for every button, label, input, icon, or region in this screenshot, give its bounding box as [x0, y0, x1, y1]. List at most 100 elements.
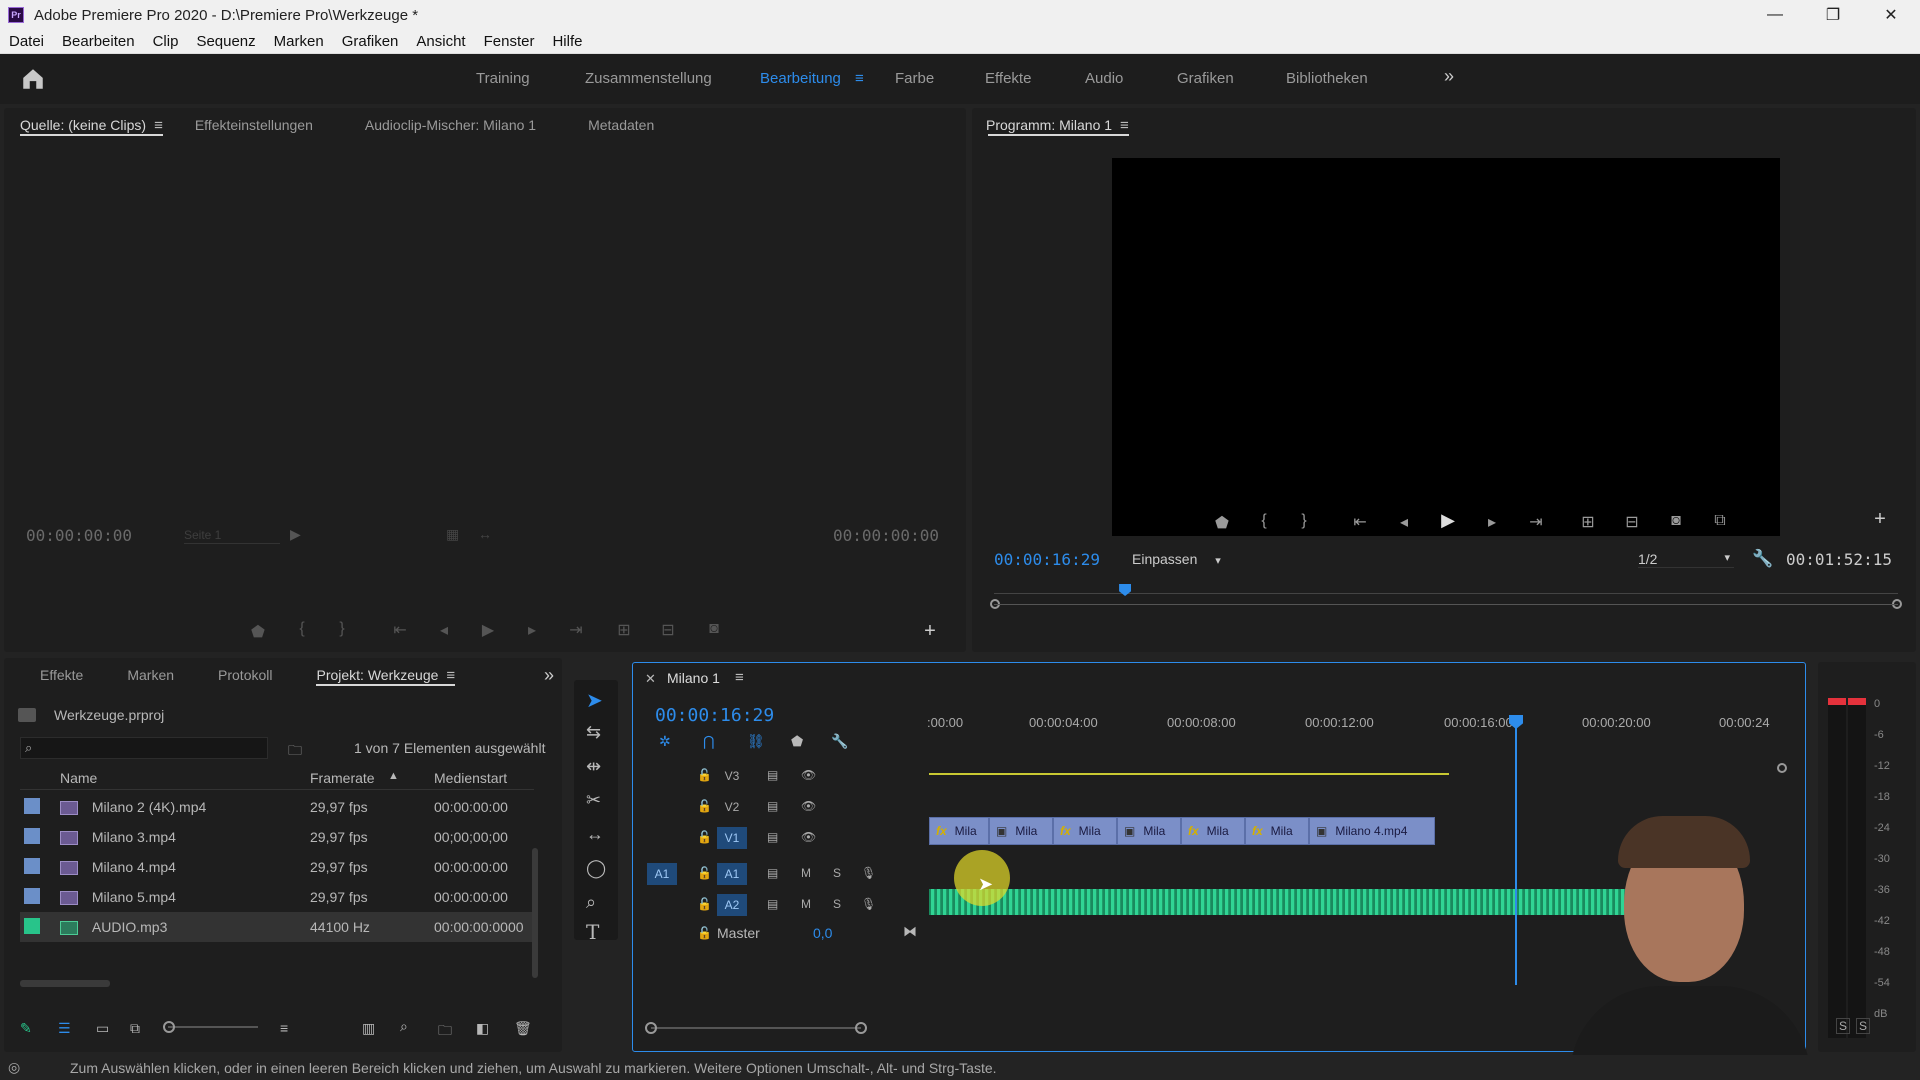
- track-select-tool-icon[interactable]: ⇆: [586, 722, 601, 743]
- project-vertical-scrollbar[interactable]: [532, 848, 538, 978]
- workspace-bibliotheken[interactable]: Bibliotheken: [1286, 70, 1368, 87]
- table-row[interactable]: Milano 3.mp4 29,97 fps 00;00;00;00: [20, 822, 534, 852]
- master-volume-value[interactable]: 0,0: [813, 925, 832, 941]
- program-wrench-icon[interactable]: 🔧: [1752, 549, 1773, 569]
- project-tabs-overflow-icon[interactable]: »: [544, 665, 554, 686]
- solo-button[interactable]: S: [833, 866, 841, 880]
- program-export-frame-icon[interactable]: ◙: [1664, 512, 1688, 530]
- timeline-playhead[interactable]: [1509, 715, 1523, 985]
- program-fit-select[interactable]: Einpassen ▾: [1132, 551, 1252, 567]
- track-lock-icon[interactable]: 🔓: [697, 897, 712, 911]
- workspace-zusammenstellung[interactable]: Zusammenstellung: [585, 70, 712, 87]
- source-patch-a1[interactable]: A1: [647, 863, 677, 885]
- track-lock-icon[interactable]: 🔓: [697, 866, 712, 880]
- timeline-clip[interactable]: ▣ Mila: [989, 817, 1053, 845]
- track-lock-icon[interactable]: 🔓: [697, 830, 712, 844]
- program-time-ruler[interactable]: [990, 584, 1902, 609]
- program-timecode[interactable]: 00:00:16:29: [994, 550, 1100, 569]
- menu-bearbeiten[interactable]: Bearbeiten: [53, 33, 144, 50]
- mute-button[interactable]: M: [801, 897, 811, 911]
- source-page-select[interactable]: Seite 1: [184, 528, 280, 544]
- add-marker-icon[interactable]: ⬟: [791, 733, 803, 750]
- source-mark-in-icon[interactable]: {: [290, 620, 314, 638]
- timeline-settings-wrench-icon[interactable]: 🔧: [831, 733, 848, 750]
- tab-program[interactable]: Programm: Milano 1 ≡: [972, 108, 1145, 142]
- menu-datei[interactable]: Datei: [0, 33, 53, 50]
- type-tool-icon[interactable]: T: [586, 920, 599, 944]
- track-label-a1[interactable]: A1: [717, 863, 747, 885]
- tab-history[interactable]: Protokoll: [202, 658, 288, 692]
- program-mark-out-icon[interactable]: }: [1292, 512, 1316, 530]
- new-bin-icon[interactable]: 🗀: [438, 1020, 452, 1044]
- timeline-vertical-zoom-handle[interactable]: [1777, 763, 1787, 773]
- program-go-out-icon[interactable]: ⇥: [1524, 512, 1548, 532]
- sync-lock-icon[interactable]: ▤: [767, 799, 778, 813]
- label-color-swatch[interactable]: [24, 857, 40, 874]
- track-output-eye-icon[interactable]: 👁: [801, 768, 816, 782]
- ripple-edit-tool-icon[interactable]: ⇹: [586, 756, 601, 777]
- table-row[interactable]: AUDIO.mp3 44100 Hz 00:00:00:0000: [20, 912, 534, 942]
- tab-effect-controls[interactable]: Effekteinstellungen: [179, 108, 329, 142]
- source-mark-out-icon[interactable]: }: [330, 620, 354, 638]
- program-resolution-select[interactable]: 1/2 ▾: [1638, 551, 1734, 568]
- list-view-icon[interactable]: ☰: [58, 1020, 71, 1037]
- source-marker-icon[interactable]: ⬟: [246, 622, 270, 642]
- track-lock-icon[interactable]: 🔓: [697, 799, 712, 813]
- program-step-back-icon[interactable]: ◂: [1392, 512, 1416, 532]
- minimize-button[interactable]: —: [1746, 0, 1804, 30]
- scrollbar-right-handle[interactable]: [855, 1022, 867, 1034]
- workspace-audio[interactable]: Audio: [1085, 70, 1123, 87]
- menu-sequenz[interactable]: Sequenz: [187, 33, 264, 50]
- table-row[interactable]: Milano 5.mp4 29,97 fps 00:00:00:00: [20, 882, 534, 912]
- workspace-bearbeitung[interactable]: Bearbeitung: [760, 70, 841, 87]
- master-end-icon[interactable]: ⧓: [903, 923, 917, 940]
- timeline-ruler[interactable]: :00:00 00:00:04:00 00:00:08:00 00:00:12:00 0…: [927, 707, 1789, 775]
- home-icon[interactable]: [20, 66, 46, 92]
- column-media-start[interactable]: Medienstart: [434, 770, 507, 786]
- freeform-view-icon[interactable]: ⧉: [130, 1020, 140, 1037]
- tab-effects[interactable]: Effekte: [4, 658, 99, 692]
- new-item-icon[interactable]: ◧: [476, 1020, 489, 1037]
- solo-button[interactable]: S: [833, 897, 841, 911]
- track-lock-icon[interactable]: 🔓: [697, 926, 712, 940]
- table-row[interactable]: Milano 2 (4K).mp4 29,97 fps 00:00:00:00: [20, 792, 534, 822]
- source-settings-icon[interactable]: ▦: [446, 526, 459, 543]
- label-color-swatch[interactable]: [24, 917, 40, 934]
- tab-audio-clip-mixer[interactable]: Audioclip-Mischer: Milano 1: [349, 108, 552, 142]
- track-label-v1[interactable]: V1: [717, 827, 747, 849]
- sync-lock-icon[interactable]: ▤: [767, 897, 778, 911]
- zoom-slider[interactable]: [163, 1021, 258, 1033]
- tab-metadata[interactable]: Metadaten: [572, 108, 670, 142]
- source-go-out-icon[interactable]: ⇥: [564, 620, 588, 640]
- timeline-menu-icon[interactable]: ≡: [735, 669, 744, 686]
- column-framerate[interactable]: Framerate: [310, 770, 375, 786]
- workspace-effekte[interactable]: Effekte: [985, 70, 1031, 87]
- menu-clip[interactable]: Clip: [144, 33, 188, 50]
- source-go-in-icon[interactable]: ⇤: [388, 620, 412, 640]
- program-lift-icon[interactable]: ⊞: [1576, 512, 1600, 532]
- sort-icons-icon[interactable]: ≡: [280, 1020, 288, 1036]
- source-insert-clip-icon[interactable]: ⊞: [612, 620, 636, 640]
- program-monitor-video[interactable]: [1112, 158, 1780, 536]
- sync-lock-icon[interactable]: ▤: [767, 768, 778, 782]
- sync-lock-icon[interactable]: ▤: [767, 866, 778, 880]
- scrollbar-left-handle[interactable]: [645, 1022, 657, 1034]
- pen-ellipse-tool-icon[interactable]: ◯: [586, 858, 606, 879]
- source-overwrite-icon[interactable]: ⊟: [656, 620, 680, 640]
- track-lock-icon[interactable]: 🔓: [697, 768, 712, 782]
- timeline-clip[interactable]: ▣ Mila: [1117, 817, 1181, 845]
- program-menu-icon[interactable]: ≡: [1120, 117, 1129, 134]
- timeline-close-icon[interactable]: ✕: [645, 671, 656, 687]
- voiceover-mic-icon[interactable]: 🎙: [861, 866, 876, 880]
- timeline-zoom-scrollbar[interactable]: [645, 1022, 867, 1034]
- voiceover-mic-icon[interactable]: 🎙: [861, 897, 876, 911]
- automate-to-sequence-icon[interactable]: ▥: [362, 1020, 375, 1037]
- menu-marken[interactable]: Marken: [265, 33, 333, 50]
- source-step-back-icon[interactable]: ◂: [432, 620, 456, 640]
- label-color-swatch[interactable]: [24, 887, 40, 904]
- sync-lock-icon[interactable]: ▤: [767, 830, 778, 844]
- program-add-button-icon[interactable]: +: [1868, 508, 1892, 531]
- timeline-clip[interactable]: fx Mila: [929, 817, 989, 845]
- menu-ansicht[interactable]: Ansicht: [407, 33, 474, 50]
- label-color-swatch[interactable]: [24, 827, 40, 844]
